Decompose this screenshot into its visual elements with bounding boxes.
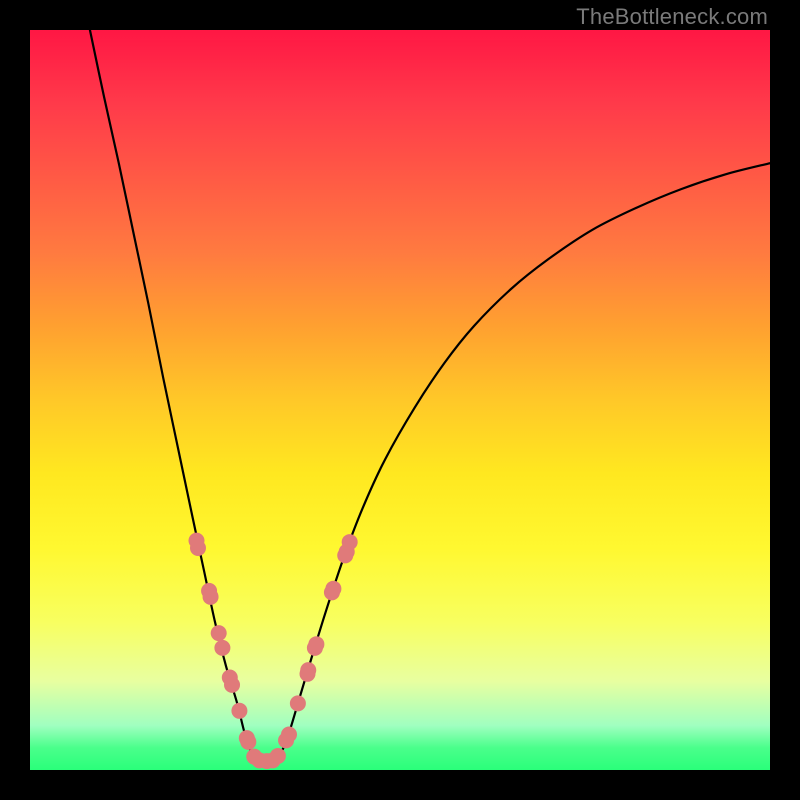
curve-marker — [240, 734, 256, 750]
watermark-text: TheBottleneck.com — [576, 4, 768, 30]
curve-layer — [30, 30, 770, 770]
curve-marker — [224, 677, 240, 693]
marker-group — [189, 533, 358, 770]
curve-marker — [308, 636, 324, 652]
curve-marker — [325, 581, 341, 597]
curve-marker — [214, 640, 230, 656]
curve-marker — [290, 695, 306, 711]
curve-marker — [203, 589, 219, 605]
bottleneck-curve — [90, 30, 770, 762]
curve-marker — [300, 662, 316, 678]
curve-marker — [211, 625, 227, 641]
curve-marker — [190, 540, 206, 556]
curve-marker — [342, 534, 358, 550]
curve-marker — [231, 703, 247, 719]
curve-marker — [270, 748, 286, 764]
plot-area — [30, 30, 770, 770]
curve-marker — [281, 726, 297, 742]
